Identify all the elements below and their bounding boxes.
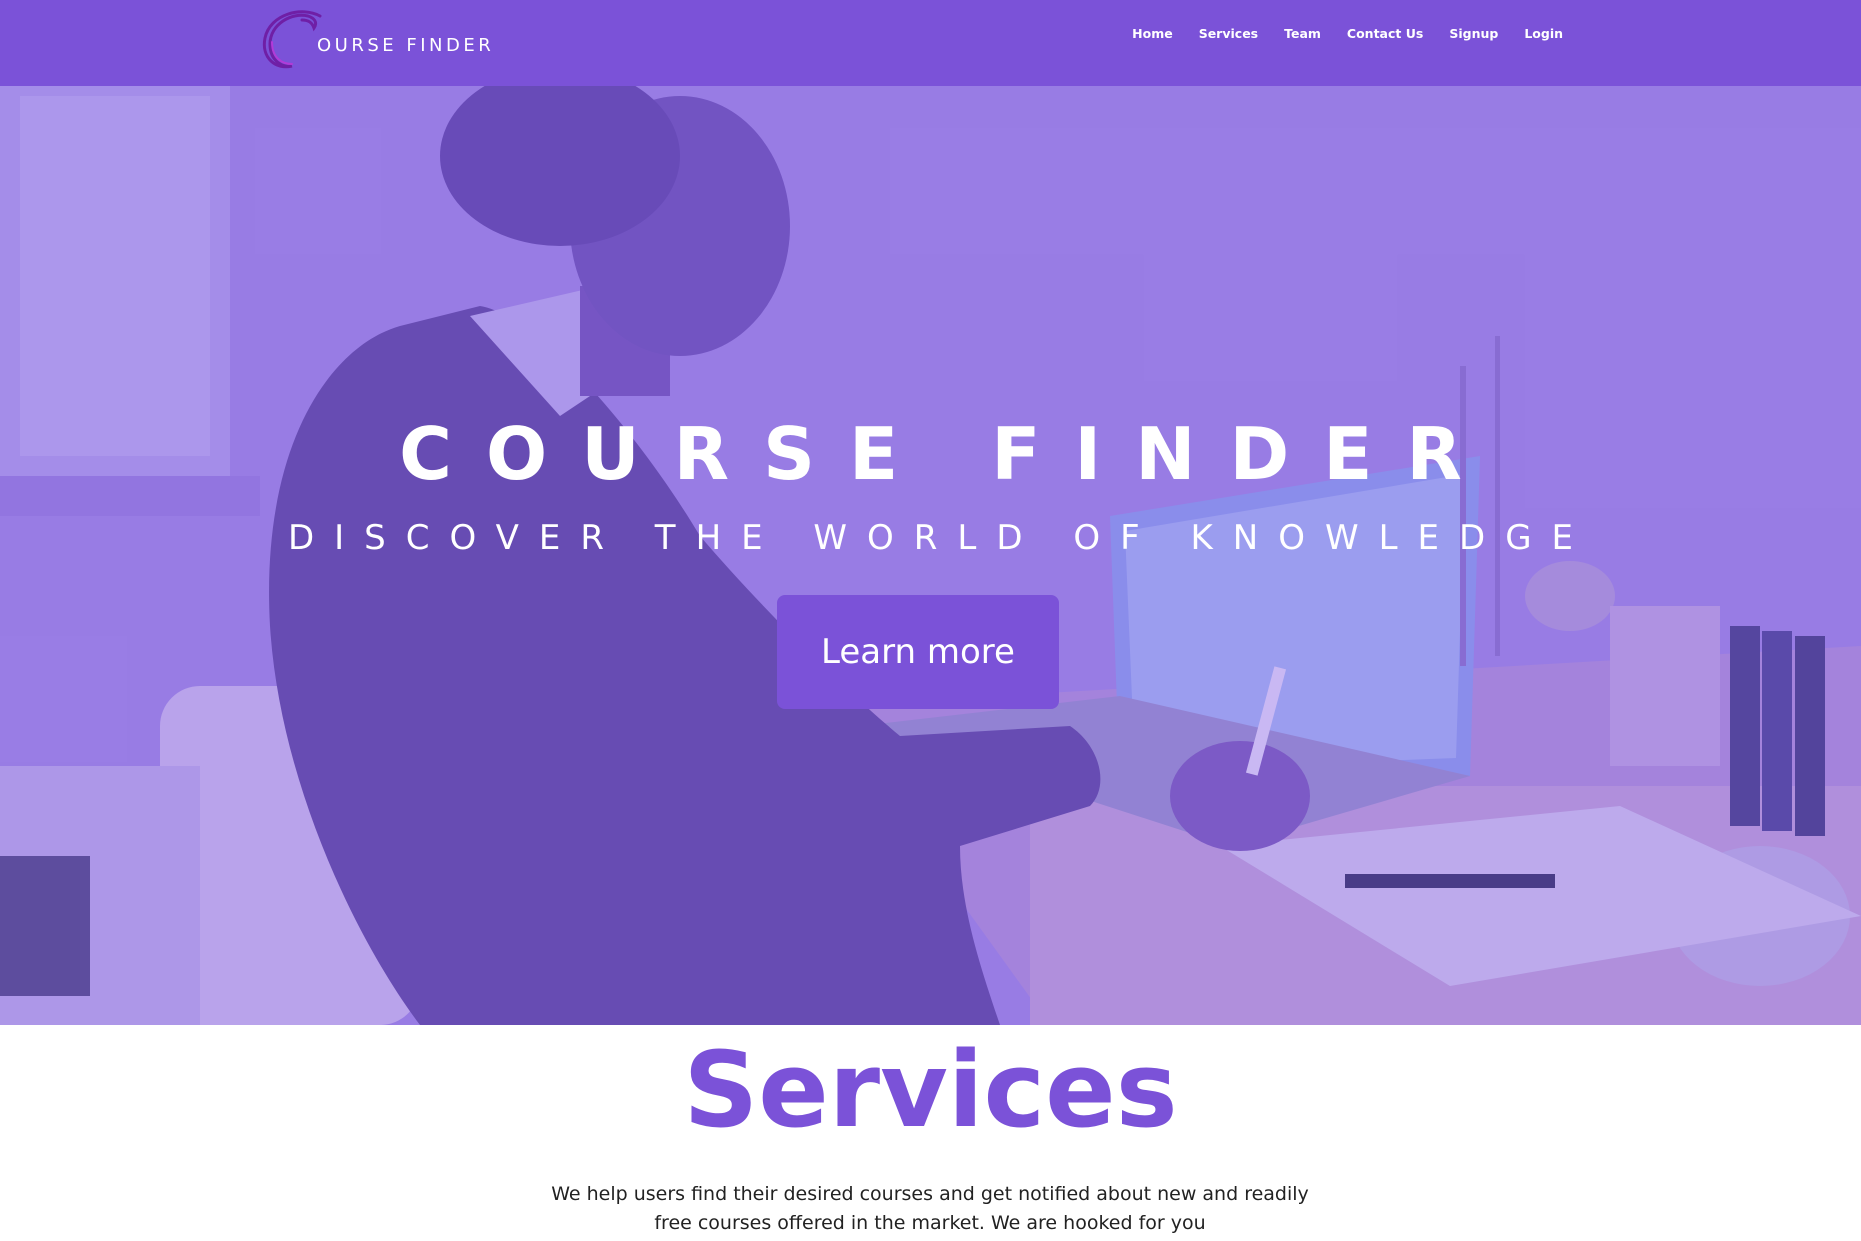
nav-link-services[interactable]: Services	[1186, 26, 1271, 41]
nav-link-home[interactable]: Home	[1119, 26, 1186, 41]
learn-more-button[interactable]: Learn more	[777, 595, 1059, 709]
hero-subtitle: DISCOVER THE WORLD OF KNOWLEDGE	[287, 518, 1594, 558]
brand-logo[interactable]: OURSE FINDER	[262, 8, 522, 72]
navbar: OURSE FINDER Home Services Team Contact …	[0, 0, 1861, 86]
nav-links: Home Services Team Contact Us Signup Log…	[1119, 26, 1576, 41]
nav-link-contact-us[interactable]: Contact Us	[1334, 26, 1436, 41]
services-title: Services	[683, 1029, 1178, 1151]
services-description: We help users find their desired courses…	[551, 1183, 1309, 1234]
brand-text: OURSE FINDER	[317, 35, 495, 56]
hero-title: COURSE FINDER	[399, 412, 1496, 496]
nav-link-team[interactable]: Team	[1271, 26, 1334, 41]
nav-link-signup[interactable]: Signup	[1436, 26, 1511, 41]
nav-link-login[interactable]: Login	[1511, 26, 1576, 41]
hero-section: COURSE FINDER DISCOVER THE WORLD OF KNOW…	[0, 86, 1861, 1025]
